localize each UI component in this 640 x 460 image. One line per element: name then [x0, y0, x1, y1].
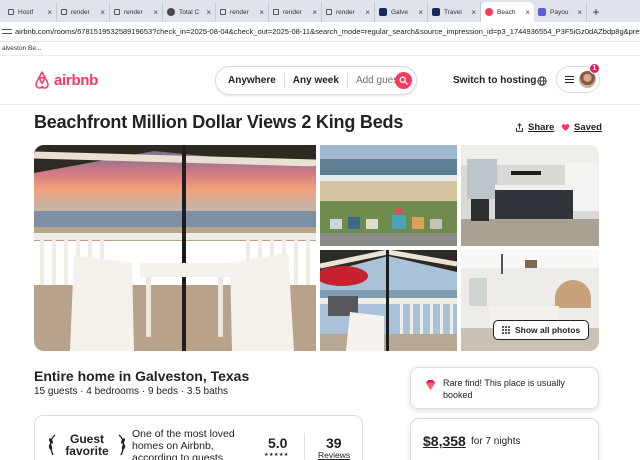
site-header: airbnb Anywhere Any week Add guests Swit…	[0, 57, 640, 105]
grid-dots-icon	[502, 326, 510, 334]
laurel-right-icon	[118, 434, 126, 456]
rating-value: 5.0	[268, 435, 288, 451]
airbnb-icon	[485, 8, 493, 16]
saved-label: Saved	[574, 122, 602, 133]
diamond-icon	[425, 379, 436, 391]
photo-kitchen[interactable]	[461, 145, 599, 246]
notification-badge: 1	[589, 63, 600, 74]
close-icon[interactable]: ×	[100, 8, 105, 17]
guest-favorite-description: One of the most loved homes on Airbnb, a…	[132, 428, 235, 460]
search-button[interactable]	[395, 72, 412, 89]
close-icon[interactable]: ×	[418, 8, 423, 17]
guest-favorite-badge: Guest favorite	[65, 432, 109, 458]
star-rating-icon: ★★★★★	[264, 452, 289, 458]
browser-tab[interactable]: render ×	[110, 2, 163, 22]
photo-deck-umbrella[interactable]	[320, 250, 457, 351]
address-bar[interactable]: airbnb.com/rooms/678151953258919653?chec…	[0, 22, 640, 42]
reviews-link[interactable]: Reviews	[318, 450, 350, 460]
airbnb-logo-icon	[35, 71, 49, 89]
globe-icon[interactable]	[537, 76, 547, 86]
switch-to-hosting-link[interactable]: Switch to hosting	[453, 75, 536, 86]
bookmark-item[interactable]: alveston Be...	[2, 45, 41, 52]
divider	[283, 73, 285, 88]
laurel-left-icon	[48, 434, 56, 456]
browser-tab[interactable]: render ×	[216, 2, 269, 22]
search-any-week[interactable]: Any week	[293, 75, 339, 86]
user-menu-button[interactable]: 1	[556, 63, 600, 93]
browser-tab-active[interactable]: Beach ×	[481, 2, 534, 22]
bookmarks-bar: alveston Be...	[0, 42, 640, 56]
guest-favorite-card[interactable]: Guest favorite One of the most loved hom…	[34, 415, 363, 460]
lock-icon	[220, 9, 226, 15]
close-icon[interactable]: ×	[525, 8, 530, 17]
navy-logo-icon	[379, 8, 387, 16]
close-icon[interactable]: ×	[365, 8, 370, 17]
total-price[interactable]: $8,358	[423, 433, 466, 449]
divider	[304, 433, 305, 459]
heart-icon	[561, 124, 570, 131]
search-icon	[399, 76, 408, 85]
v-logo-icon	[538, 8, 546, 16]
search-anywhere[interactable]: Anywhere	[228, 75, 276, 86]
browser-tab[interactable]: render ×	[322, 2, 375, 22]
browser-tab[interactable]: Total C ×	[163, 2, 216, 22]
close-icon[interactable]: ×	[259, 8, 264, 17]
rare-find-card: Rare find! This place is usually booked	[410, 367, 599, 409]
browser-tab-strip: Hostf × render × render × Total C × render × …	[0, 0, 640, 22]
share-icon	[516, 123, 523, 132]
close-icon[interactable]: ×	[312, 8, 317, 17]
browser-tab[interactable]: render ×	[269, 2, 322, 22]
lock-icon	[114, 9, 120, 15]
browser-tab[interactable]: Payou ×	[534, 2, 587, 22]
listing-subtitle: Entire home in Galveston, Texas	[34, 368, 250, 384]
lock-icon	[61, 9, 67, 15]
close-icon[interactable]: ×	[206, 8, 211, 17]
listing-details: 15 guests · 4 bedrooms · 9 beds · 3.5 ba…	[34, 386, 228, 397]
lock-icon	[326, 9, 332, 15]
search-bar[interactable]: Anywhere Any week Add guests	[215, 66, 417, 95]
close-icon[interactable]: ×	[153, 8, 158, 17]
browser-tab[interactable]: render ×	[57, 2, 110, 22]
navy-logo-icon	[432, 8, 440, 16]
site-info-icon[interactable]	[2, 28, 12, 36]
logo-text: airbnb	[54, 71, 99, 89]
browser-tab[interactable]: Hostf ×	[4, 2, 57, 22]
price-note: for 7 nights	[471, 436, 521, 447]
share-button[interactable]: Share	[515, 122, 554, 133]
listing-title: Beachfront Million Dollar Views 2 King B…	[34, 112, 404, 132]
booking-price-card: $8,358 for 7 nights	[410, 418, 599, 460]
globe-icon	[167, 8, 175, 16]
review-count: 39	[326, 435, 342, 451]
browser-tab[interactable]: Galve ×	[375, 2, 428, 22]
hamburger-icon	[565, 76, 574, 84]
show-all-photos-label: Show all photos	[515, 325, 581, 335]
new-tab-button[interactable]: +	[587, 2, 605, 22]
airbnb-logo[interactable]: airbnb	[34, 71, 98, 89]
share-label: Share	[528, 122, 555, 133]
rare-find-text: Rare find! This place is usually booked	[443, 378, 565, 400]
lock-icon	[273, 9, 279, 15]
browser-tab[interactable]: Travel ×	[428, 2, 481, 22]
photo-beach-aerial[interactable]	[320, 145, 457, 246]
close-icon[interactable]: ×	[47, 8, 52, 17]
divider	[346, 73, 348, 88]
close-icon[interactable]: ×	[471, 8, 476, 17]
saved-button[interactable]: Saved	[561, 122, 602, 133]
lock-icon	[8, 9, 14, 15]
close-icon[interactable]: ×	[577, 8, 582, 17]
url-text[interactable]: airbnb.com/rooms/678151953258919653?chec…	[15, 27, 640, 36]
show-all-photos-button[interactable]: Show all photos	[493, 320, 590, 340]
photo-main[interactable]	[34, 145, 316, 351]
